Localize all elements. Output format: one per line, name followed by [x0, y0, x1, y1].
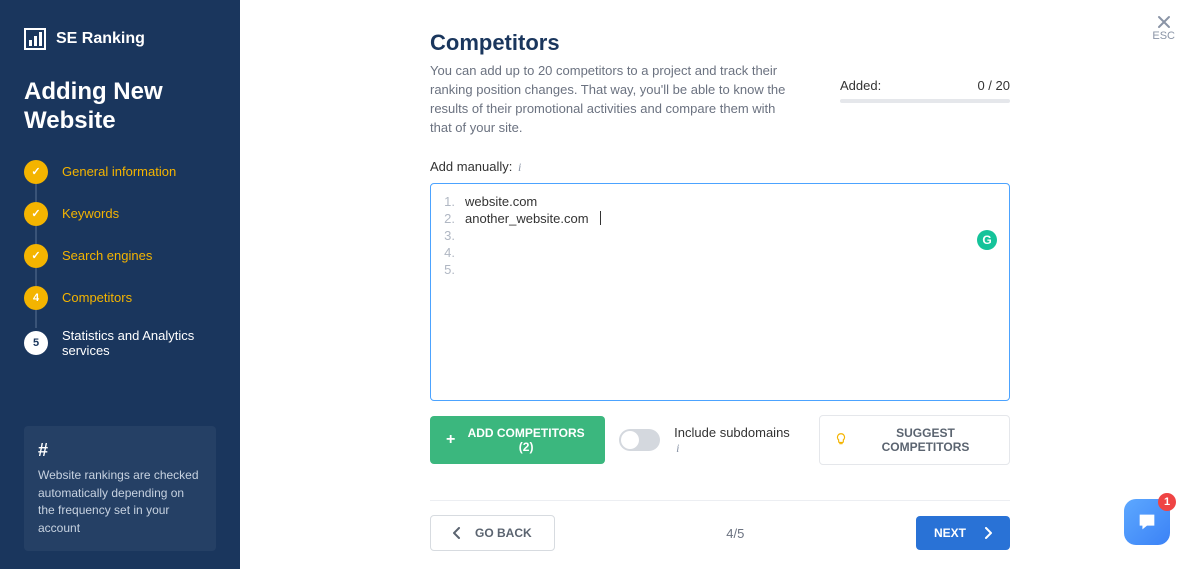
added-label: Added:	[840, 78, 881, 93]
step-label: Keywords	[62, 206, 119, 222]
brand-name: SE Ranking	[56, 30, 145, 48]
step-number-badge: 4	[24, 286, 48, 310]
line-number: 2.	[443, 211, 455, 228]
chevron-left-icon	[453, 527, 461, 539]
line-number: 4.	[443, 245, 455, 262]
button-label: SUGGEST COMPETITORS	[856, 426, 995, 454]
next-button[interactable]: NEXT	[916, 516, 1010, 550]
info-icon[interactable]: i	[676, 441, 679, 455]
chat-widget[interactable]: 1	[1124, 499, 1170, 545]
plus-icon: +	[446, 431, 455, 449]
tip-text: Website rankings are checked automatical…	[38, 467, 202, 537]
step-competitors[interactable]: 4 Competitors	[24, 286, 216, 328]
step-number-badge: 5	[24, 331, 48, 355]
added-counter: Added: 0 / 20	[840, 78, 1010, 137]
tip-card: # Website rankings are checked automatic…	[24, 426, 216, 551]
chevron-right-icon	[984, 527, 992, 539]
bar-chart-icon	[24, 28, 46, 50]
added-value: 0 / 20	[977, 78, 1010, 93]
competitors-input[interactable]: 1. website.com 2. another_website.com 3. 4…	[430, 183, 1010, 401]
close-button[interactable]: ESC	[1152, 14, 1175, 42]
chat-icon	[1136, 511, 1158, 533]
step-label: Competitors	[62, 290, 132, 306]
page-title: Adding New Website	[24, 78, 216, 136]
close-icon	[1156, 14, 1172, 30]
include-subdomains-toggle[interactable]	[619, 429, 660, 451]
step-search-engines[interactable]: ✓ Search engines	[24, 244, 216, 286]
step-keywords[interactable]: ✓ Keywords	[24, 202, 216, 244]
toggle-knob	[621, 431, 639, 449]
check-icon: ✓	[24, 244, 48, 268]
wizard-footer: GO BACK 4/5 NEXT	[430, 500, 1010, 551]
info-icon[interactable]: i	[518, 160, 521, 174]
close-label: ESC	[1152, 30, 1175, 42]
button-label: GO BACK	[475, 526, 532, 540]
entry-text: another_website.com	[465, 211, 589, 228]
line-number: 3.	[443, 228, 455, 245]
section-desc: You can add up to 20 competitors to a pr…	[430, 62, 800, 137]
line-number: 5.	[443, 262, 455, 279]
entry-text: website.com	[465, 194, 537, 211]
step-label: General information	[62, 164, 176, 180]
main-panel: ESC Competitors You can add up to 20 com…	[240, 0, 1200, 569]
brand-logo: SE Ranking	[24, 28, 216, 50]
progress-bar	[840, 99, 1010, 103]
section-title: Competitors	[430, 30, 800, 56]
add-competitors-button[interactable]: + ADD COMPETITORS (2)	[430, 416, 605, 464]
button-label: ADD COMPETITORS (2)	[463, 426, 589, 454]
header: Competitors You can add up to 20 competi…	[430, 30, 1010, 137]
step-general-information[interactable]: ✓ General information	[24, 160, 216, 202]
toggle-label: Include subdomains i	[674, 425, 791, 456]
text-cursor	[600, 211, 601, 225]
page-indicator: 4/5	[726, 526, 744, 541]
hash-icon: #	[38, 440, 202, 461]
check-icon: ✓	[24, 202, 48, 226]
lightbulb-icon	[834, 432, 848, 449]
wizard-steps: ✓ General information ✓ Keywords ✓ Searc…	[24, 160, 216, 377]
actions-row: + ADD COMPETITORS (2) Include subdomains…	[430, 415, 1010, 465]
step-label: Statistics and Analytics services	[62, 328, 216, 359]
step-label: Search engines	[62, 248, 152, 264]
manual-label: Add manually: i	[430, 159, 1010, 175]
suggest-competitors-button[interactable]: SUGGEST COMPETITORS	[819, 415, 1010, 465]
go-back-button[interactable]: GO BACK	[430, 515, 555, 551]
button-label: NEXT	[934, 526, 966, 540]
check-icon: ✓	[24, 160, 48, 184]
line-number: 1.	[443, 194, 455, 211]
sidebar: SE Ranking Adding New Website ✓ General …	[0, 0, 240, 569]
notification-badge: 1	[1158, 493, 1176, 511]
step-statistics[interactable]: 5 Statistics and Analytics services	[24, 328, 216, 377]
